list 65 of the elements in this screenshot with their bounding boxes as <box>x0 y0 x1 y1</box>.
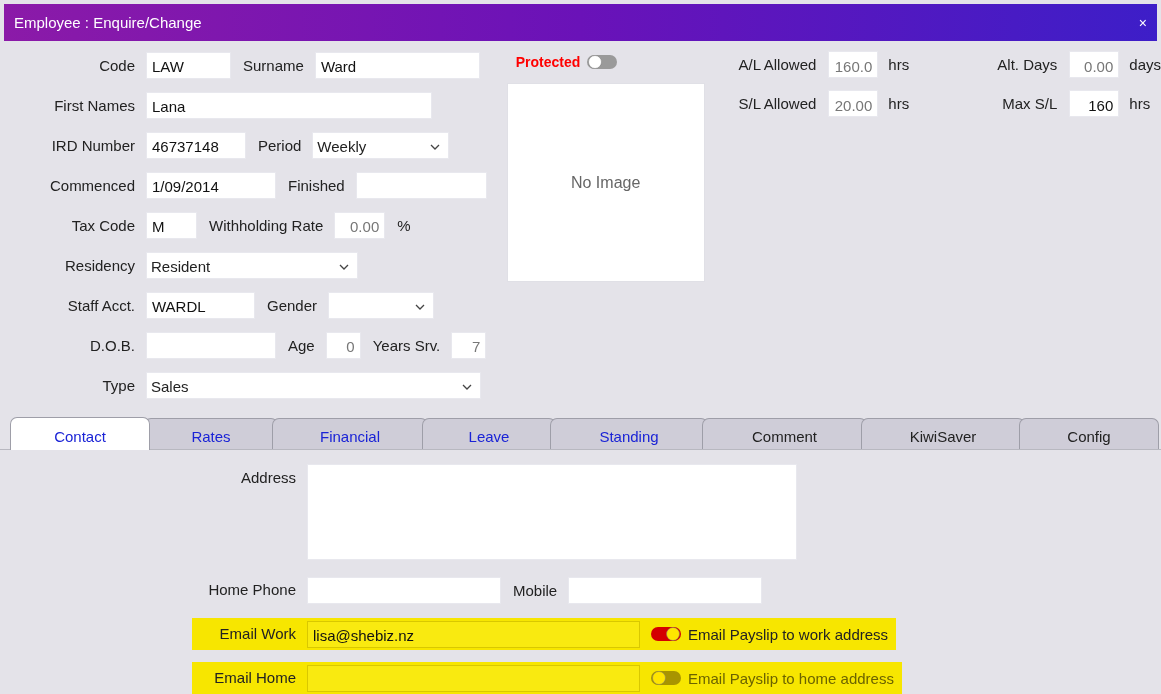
field-label: Tax Code <box>70 216 135 234</box>
chevron-down-icon <box>462 383 472 390</box>
unit-label: hrs <box>888 56 911 74</box>
tab[interactable]: Contact <box>10 417 150 450</box>
protected-label: Protected <box>515 54 581 71</box>
chevron-down-icon <box>339 263 349 270</box>
field-label: Residency <box>63 256 135 274</box>
input-field[interactable]: Lana <box>146 91 432 119</box>
input-field[interactable]: LAW <box>146 51 231 79</box>
tab[interactable]: Config <box>1019 418 1159 449</box>
field-label: Years Srv. <box>372 336 441 354</box>
toggle-label: Email Payslip to work address <box>688 625 889 643</box>
field-label: Email Work <box>218 624 296 642</box>
email-field[interactable]: lisa@shebiz.nz <box>307 620 640 648</box>
no-image-text: No Image <box>570 173 641 192</box>
input-field[interactable] <box>307 576 501 604</box>
input-field[interactable]: 1/09/2014 <box>146 171 276 199</box>
toggle-switch[interactable] <box>650 669 682 687</box>
toggle-switch[interactable] <box>650 625 682 643</box>
toggle-switch[interactable] <box>586 53 619 72</box>
chevron-down-icon <box>415 303 426 310</box>
unit-label: % <box>397 216 411 234</box>
field-label: IRD Number <box>50 136 135 154</box>
input-field[interactable]: 46737148 <box>146 131 246 159</box>
field-label: Max S/L <box>1001 95 1058 113</box>
field-label: Mobile <box>513 581 558 599</box>
toggle-label: Email Payslip to home address <box>688 669 894 687</box>
window-title: Employee : Enquire/Change <box>14 14 202 32</box>
input-field[interactable]: WARDL <box>146 291 255 319</box>
input-field[interactable]: M <box>146 211 197 239</box>
field-label: Staff Acct. <box>66 296 135 314</box>
unit-label: hrs <box>1129 95 1152 113</box>
field-label: Commenced <box>48 176 135 194</box>
field-label: First Names <box>53 96 135 114</box>
field-label: Type <box>101 376 135 394</box>
dropdown[interactable]: Weekly <box>312 131 450 159</box>
email-field[interactable] <box>307 664 640 692</box>
input-field[interactable]: Ward <box>314 51 480 79</box>
field-label: Finished <box>288 176 345 194</box>
field-label: Withholding Rate <box>209 216 324 234</box>
image-frame[interactable]: No Image <box>506 83 705 283</box>
dropdown[interactable] <box>328 291 435 319</box>
dropdown[interactable]: Sales <box>146 371 481 399</box>
input-field[interactable] <box>355 171 487 199</box>
unit-label: hrs <box>888 95 911 113</box>
field-label: Gender <box>267 296 318 314</box>
unit-label: days <box>1129 56 1161 74</box>
field-label: Age <box>288 336 315 354</box>
field-label: Surname <box>243 56 304 74</box>
address-field[interactable] <box>307 464 797 560</box>
field-label: A/L Allowed <box>737 56 817 74</box>
field-label: D.O.B. <box>89 336 135 354</box>
field-label: Address <box>239 468 296 486</box>
close-button[interactable]: × <box>1138 14 1147 31</box>
input-field[interactable] <box>568 576 763 604</box>
dropdown[interactable]: Resident <box>146 251 358 279</box>
field-label: Code <box>98 56 135 74</box>
field-label: Alt. Days <box>996 56 1058 74</box>
field-label: Email Home <box>213 668 296 686</box>
field-label: Home Phone <box>207 580 296 598</box>
input-field[interactable]: 160 <box>1069 90 1120 118</box>
input-field[interactable] <box>146 331 276 359</box>
field-label: Period <box>258 136 302 154</box>
chevron-down-icon <box>430 143 441 150</box>
field-label: S/L Allowed <box>737 95 817 113</box>
